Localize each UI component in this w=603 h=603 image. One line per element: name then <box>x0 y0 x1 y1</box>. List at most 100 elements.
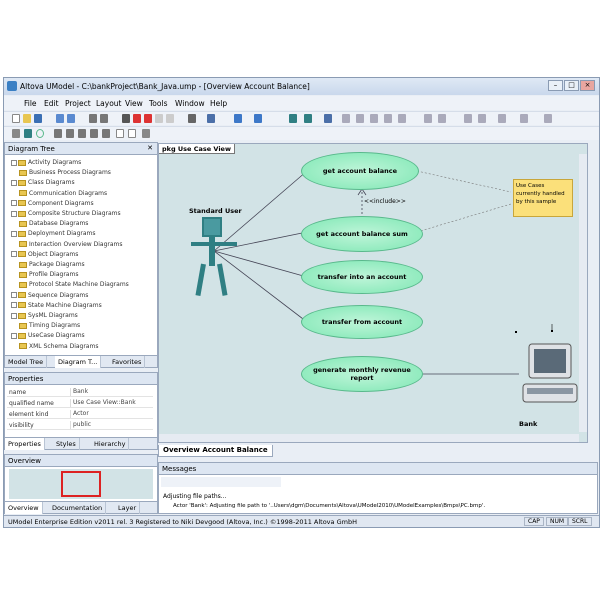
tab-documentation[interactable]: Documentation <box>49 502 107 514</box>
redo-icon[interactable] <box>67 114 75 123</box>
tree-item[interactable]: Package Diagrams <box>19 261 85 271</box>
grid-icon[interactable] <box>544 114 552 123</box>
tree-item[interactable]: Protocol State Machine Diagrams <box>19 281 129 291</box>
align-bottom-icon[interactable] <box>398 114 406 123</box>
include-tool-icon[interactable] <box>66 129 74 138</box>
menu-edit[interactable]: Edit <box>44 99 59 108</box>
tree-item[interactable]: Interaction Overview Diagrams <box>19 241 123 251</box>
zoom-icon[interactable] <box>324 114 332 123</box>
expand-icon[interactable] <box>11 312 17 319</box>
tree-item[interactable]: State Machine Diagrams <box>11 302 102 312</box>
note-link-tool-icon[interactable] <box>128 129 136 138</box>
dependency-tool-icon[interactable] <box>102 129 110 138</box>
usecase-get-account-balance-sum[interactable]: get account balance sum <box>301 216 423 252</box>
usecase-generate-monthly-revenue-report[interactable]: generate monthly revenue report <box>301 356 423 392</box>
menu-project[interactable]: Project <box>65 99 91 108</box>
usecase-transfer-from-account[interactable]: transfer from account <box>301 305 423 339</box>
standard-user-actor[interactable] <box>189 216 239 301</box>
property-value[interactable]: Use Case View::Bank <box>70 399 150 407</box>
space-vertical-icon[interactable] <box>438 114 446 123</box>
association-tool-icon[interactable] <box>54 129 62 138</box>
menu-file[interactable]: File <box>24 99 37 108</box>
minimize-button[interactable]: – <box>548 80 563 91</box>
align-right-icon[interactable] <box>370 114 378 123</box>
align-center-icon[interactable] <box>356 114 364 123</box>
vertical-scrollbar[interactable] <box>579 154 587 432</box>
tree-item[interactable]: Component Diagrams <box>11 200 94 210</box>
tree-item[interactable]: Class Diagrams <box>11 179 75 189</box>
overview-viewport[interactable] <box>61 471 101 497</box>
expand-icon[interactable] <box>11 302 17 309</box>
tab-overview[interactable]: Overview <box>5 502 43 514</box>
space-horizontal-icon[interactable] <box>424 114 432 123</box>
tab-layer[interactable]: Layer <box>115 502 141 514</box>
expand-icon[interactable] <box>11 292 17 299</box>
back-icon[interactable] <box>89 114 97 123</box>
expand-icon[interactable] <box>11 332 17 339</box>
expand-icon[interactable] <box>11 159 17 166</box>
tree-item[interactable]: Activity Diagrams <box>11 159 81 169</box>
property-value[interactable]: public <box>70 421 150 429</box>
maximize-button[interactable]: □ <box>564 80 579 91</box>
same-height-icon[interactable] <box>478 114 486 123</box>
open-icon[interactable] <box>23 114 31 123</box>
tab-favorites[interactable]: Favorites <box>109 356 146 368</box>
tab-styles[interactable]: Styles <box>53 438 80 450</box>
expand-icon[interactable] <box>11 179 17 186</box>
extend-tool-icon[interactable] <box>78 129 86 138</box>
property-row[interactable]: qualified name Use Case View::Bank <box>7 398 153 408</box>
note-tool-icon[interactable] <box>116 129 124 138</box>
menu-tools[interactable]: Tools <box>149 99 167 108</box>
bank-computer-icon[interactable] <box>521 342 581 414</box>
panel-close-icon[interactable]: ✕ <box>147 144 153 152</box>
print-icon[interactable] <box>188 114 196 123</box>
tree-item[interactable]: UseCase Diagrams <box>11 332 85 342</box>
usecase-get-account-balance[interactable]: get account balance <box>301 152 419 190</box>
delete-from-project-icon[interactable] <box>144 114 152 123</box>
tab-hierarchy[interactable]: Hierarchy <box>91 438 130 450</box>
expand-icon[interactable] <box>11 200 17 207</box>
expand-icon[interactable] <box>11 230 17 237</box>
line-style-icon[interactable] <box>520 114 528 123</box>
horizontal-scrollbar[interactable] <box>159 434 579 442</box>
sync-icon[interactable] <box>254 114 262 123</box>
new-icon[interactable] <box>12 114 20 123</box>
expand-icon[interactable] <box>11 210 17 217</box>
menu-window[interactable]: Window <box>175 99 205 108</box>
menu-help[interactable]: Help <box>210 99 227 108</box>
same-size-icon[interactable] <box>498 114 506 123</box>
paste-icon[interactable] <box>166 114 174 123</box>
tab-overview-account-balance[interactable]: Overview Account Balance <box>158 445 273 457</box>
overview-thumbnail[interactable] <box>9 469 153 499</box>
property-row[interactable]: name Bank <box>7 387 153 397</box>
layout-icon[interactable] <box>289 114 297 123</box>
property-value[interactable]: Bank <box>70 388 150 396</box>
menu-view[interactable]: View <box>125 99 143 108</box>
menu-layout[interactable]: Layout <box>96 99 122 108</box>
tab-model-tree[interactable]: Model Tree <box>5 356 48 368</box>
tree-item[interactable]: Communication Diagrams <box>19 190 107 200</box>
text-tool-icon[interactable] <box>142 129 150 138</box>
forward-icon[interactable] <box>100 114 108 123</box>
tree-item[interactable]: Timing Diagrams <box>19 322 80 332</box>
diagram-canvas[interactable]: pkg Use Case View <<include>> Standard U… <box>158 143 588 443</box>
generate-code-icon[interactable] <box>234 114 242 123</box>
tree-item[interactable]: Database Diagrams <box>19 220 88 230</box>
delete-icon[interactable] <box>133 114 141 123</box>
copy-icon[interactable] <box>155 114 163 123</box>
align-icon[interactable] <box>304 114 312 123</box>
property-row[interactable]: visibility public <box>7 420 153 430</box>
tree-item[interactable]: Composite Structure Diagrams <box>11 210 121 220</box>
align-left-icon[interactable] <box>342 114 350 123</box>
usecase-tool-icon[interactable] <box>36 129 44 138</box>
tree-item[interactable]: SysML Diagrams <box>11 312 78 322</box>
align-top-icon[interactable] <box>384 114 392 123</box>
same-width-icon[interactable] <box>464 114 472 123</box>
property-value[interactable]: Actor <box>70 410 150 418</box>
close-button[interactable]: × <box>580 80 595 91</box>
tree-item[interactable]: Deployment Diagrams <box>11 230 96 240</box>
expand-icon[interactable] <box>11 251 17 258</box>
tree-item[interactable]: Profile Diagrams <box>19 271 78 281</box>
usecase-transfer-into-account[interactable]: transfer into an account <box>301 260 423 294</box>
cut-icon[interactable] <box>122 114 130 123</box>
